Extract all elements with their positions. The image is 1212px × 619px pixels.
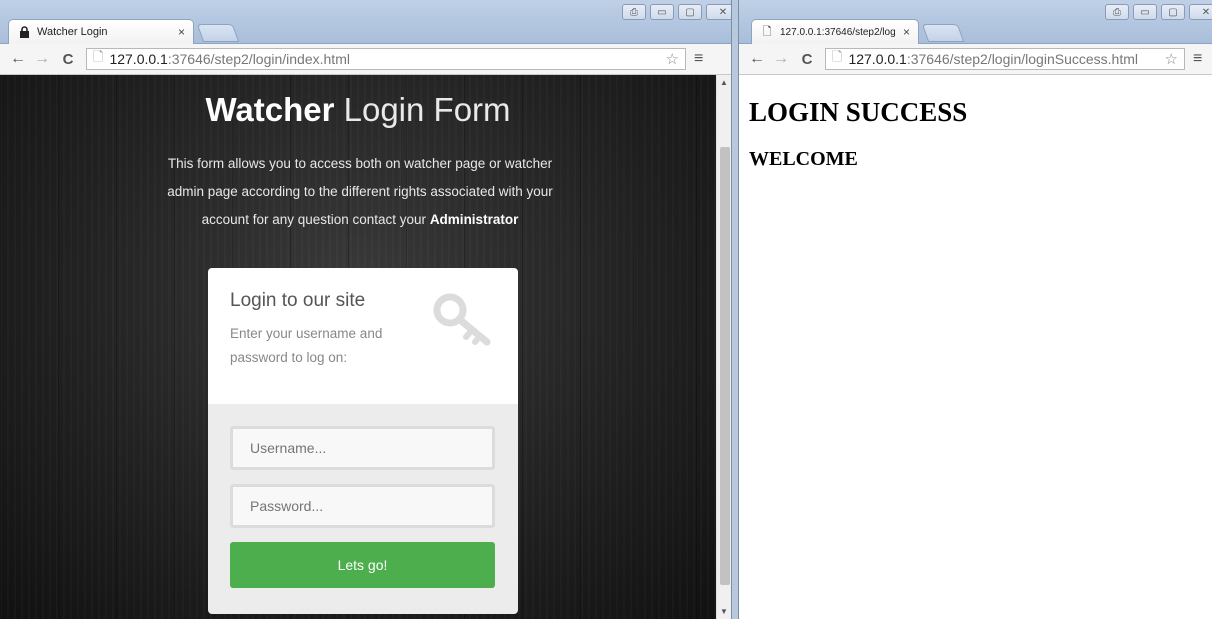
welcome-heading: WELCOME [749,148,858,170]
tab-title: Watcher Login [37,26,108,38]
page-icon: 🗋 [832,49,843,64]
tab-login-success[interactable]: 🗋 127.0.0.1:37646/step2/log × [751,19,919,44]
login-card-header: Login to our site Enter your username an… [208,268,518,404]
reload-button[interactable]: C [797,49,817,69]
browser-window-left: Watcher Login × ⎙ ▭ ▢ ✕ ← → C 🗋 127.0.0.… [0,0,732,619]
menu-icon[interactable]: ≡ [694,50,703,68]
url-host: 127.0.0.1 [848,51,907,67]
card-subtitle: Enter your username and password to log … [230,326,383,365]
user-icon[interactable]: ⎙ [1105,4,1129,20]
login-page: Watcher Login Form This form allows you … [0,75,716,619]
key-icon [433,293,491,346]
back-button[interactable]: ← [8,49,28,69]
new-tab-button[interactable] [196,24,240,42]
maximize-button[interactable]: ▢ [678,4,702,20]
forward-button[interactable]: → [32,49,52,69]
close-window-button[interactable]: ✕ [706,4,731,20]
address-bar[interactable]: 🗋 127.0.0.1 :37646/step2/login/index.htm… [86,48,686,70]
tab-strip: Watcher Login × ⎙ ▭ ▢ ✕ [0,0,731,44]
lock-icon [17,25,31,39]
login-card: Login to our site Enter your username an… [208,268,518,614]
password-input[interactable] [230,484,495,528]
menu-icon[interactable]: ≡ [1193,50,1202,68]
username-input[interactable] [230,426,495,470]
browser-window-right: 🗋 127.0.0.1:37646/step2/log × ⎙ ▭ ▢ ✕ ← … [738,0,1212,619]
title-light: Login Form [343,91,511,128]
vertical-scrollbar[interactable]: ▲ ▼ [716,75,731,619]
reload-button[interactable]: C [58,49,78,69]
maximize-button[interactable]: ▢ [1161,4,1185,20]
window-controls: ⎙ ▭ ▢ ✕ [1105,4,1212,20]
window-controls: ⎙ ▭ ▢ ✕ [622,4,731,20]
tab-strip: 🗋 127.0.0.1:37646/step2/log × ⎙ ▭ ▢ ✕ [739,0,1212,44]
close-window-button[interactable]: ✕ [1189,4,1212,20]
address-bar[interactable]: 🗋 127.0.0.1 :37646/step2/login/loginSucc… [825,48,1185,70]
tab-close-icon[interactable]: × [903,25,910,39]
url-path: :37646/step2/login/index.html [167,51,350,67]
tab-title: 127.0.0.1:37646/step2/log [780,26,896,38]
user-icon[interactable]: ⎙ [622,4,646,20]
scroll-up-icon[interactable]: ▲ [720,78,728,87]
url-path: :37646/step2/login/loginSuccess.html [906,51,1138,67]
page-title: Watcher Login Form [0,91,716,129]
success-page: LOGIN SUCCESS WELCOME [739,75,1212,619]
login-card-form: Lets go! [208,404,518,614]
bookmark-star-icon[interactable]: ☆ [1165,50,1178,68]
bookmark-star-icon[interactable]: ☆ [666,50,679,68]
tab-watcher-login[interactable]: Watcher Login × [8,19,194,44]
scroll-down-icon[interactable]: ▼ [720,607,728,616]
tab-close-icon[interactable]: × [178,25,185,39]
page-icon: 🗋 [93,49,104,64]
back-button[interactable]: ← [747,49,767,69]
forward-button[interactable]: → [771,49,791,69]
minimize-button[interactable]: ▭ [650,4,674,20]
intro-administrator: Administrator [429,212,519,227]
browser-toolbar: ← → C 🗋 127.0.0.1 :37646/step2/login/ind… [0,44,731,75]
new-tab-button[interactable] [921,24,965,42]
title-bold: Watcher [205,91,335,128]
minimize-button[interactable]: ▭ [1133,4,1157,20]
browser-toolbar: ← → C 🗋 127.0.0.1 :37646/step2/login/log… [739,44,1212,75]
intro-text: This form allows you to access both on w… [150,150,570,234]
submit-button[interactable]: Lets go! [230,542,495,588]
success-heading: LOGIN SUCCESS [749,97,968,127]
url-host: 127.0.0.1 [109,51,168,67]
scroll-thumb[interactable] [720,147,730,585]
page-icon: 🗋 [762,25,772,38]
